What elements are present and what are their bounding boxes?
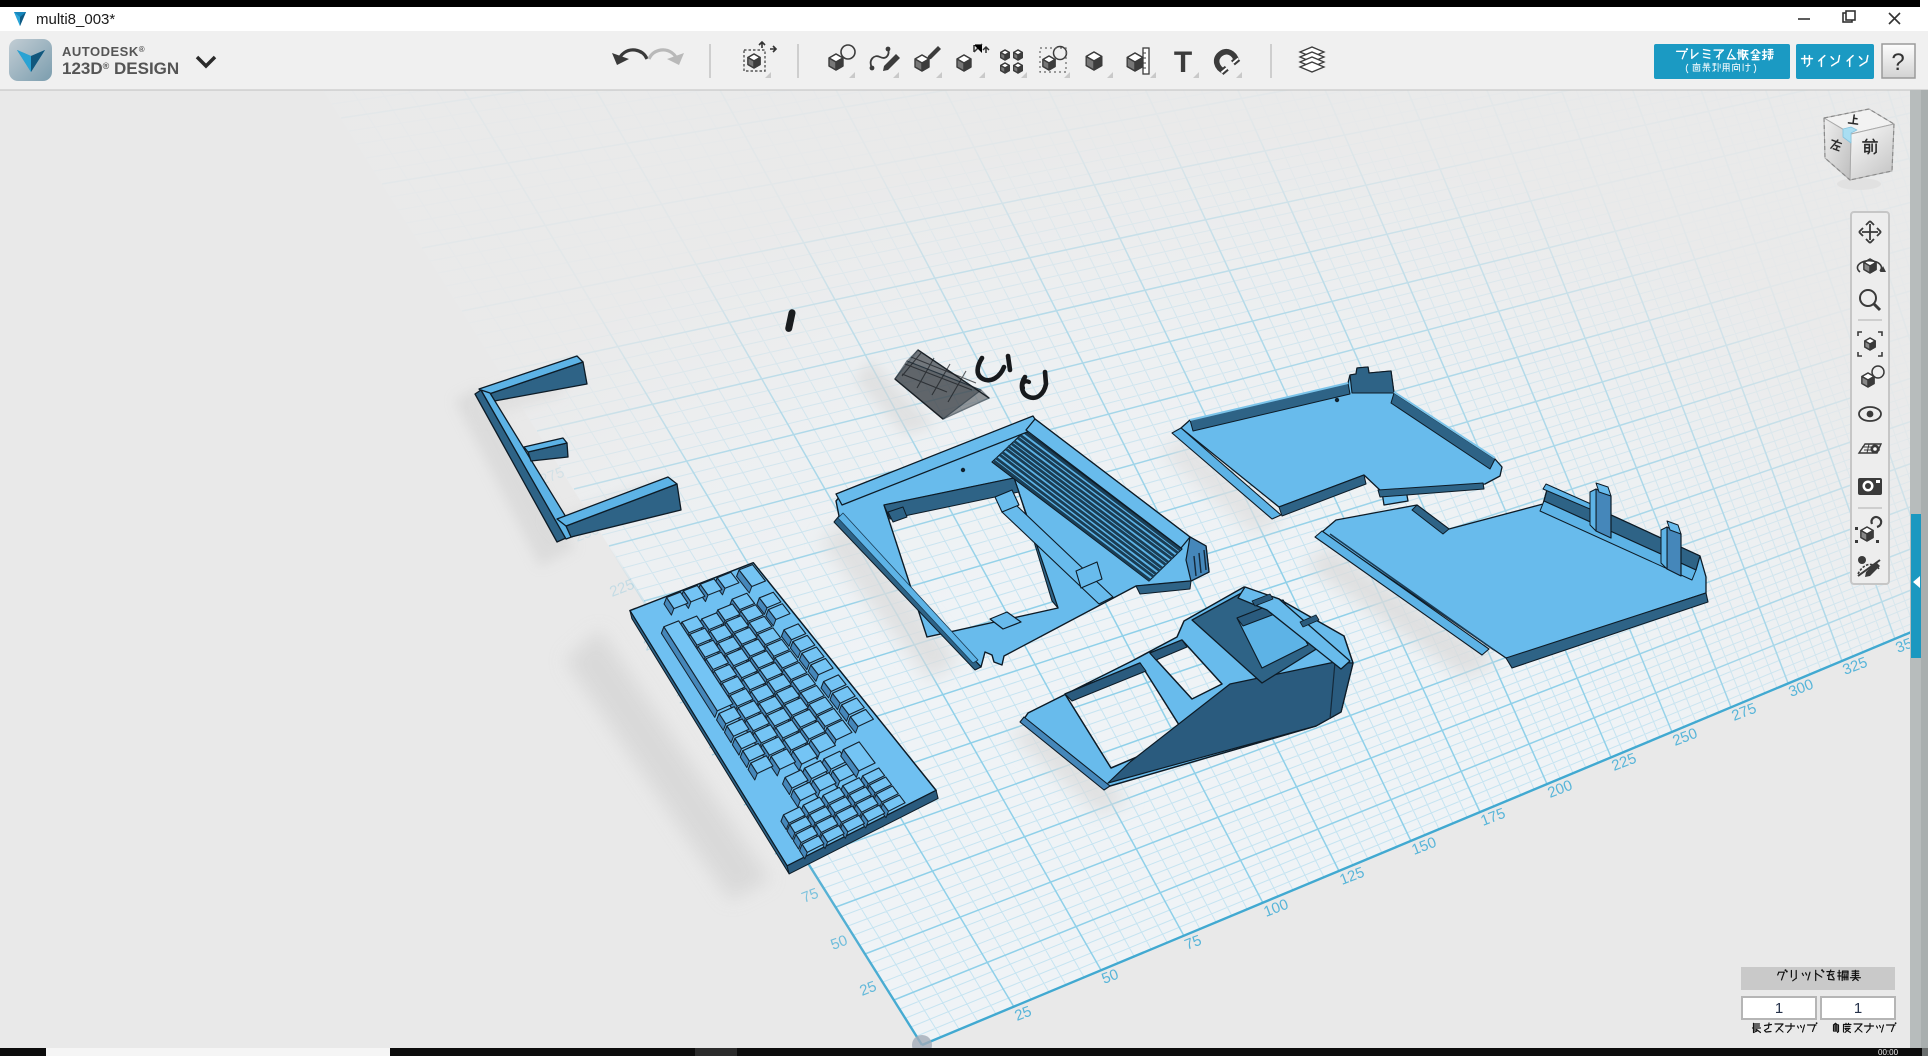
svg-text:1: 1 <box>1854 1000 1862 1017</box>
svg-text:multi8_003*: multi8_003* <box>36 11 115 28</box>
svg-text:AUTODESK®: AUTODESK® <box>62 44 145 59</box>
svg-text:123D® DESIGN: 123D® DESIGN <box>62 59 179 78</box>
svg-text:?: ? <box>1891 49 1904 76</box>
svg-text:00:00: 00:00 <box>1878 1048 1899 1056</box>
svg-text:1: 1 <box>1775 1000 1783 1017</box>
svg-text:T: T <box>1174 46 1192 79</box>
